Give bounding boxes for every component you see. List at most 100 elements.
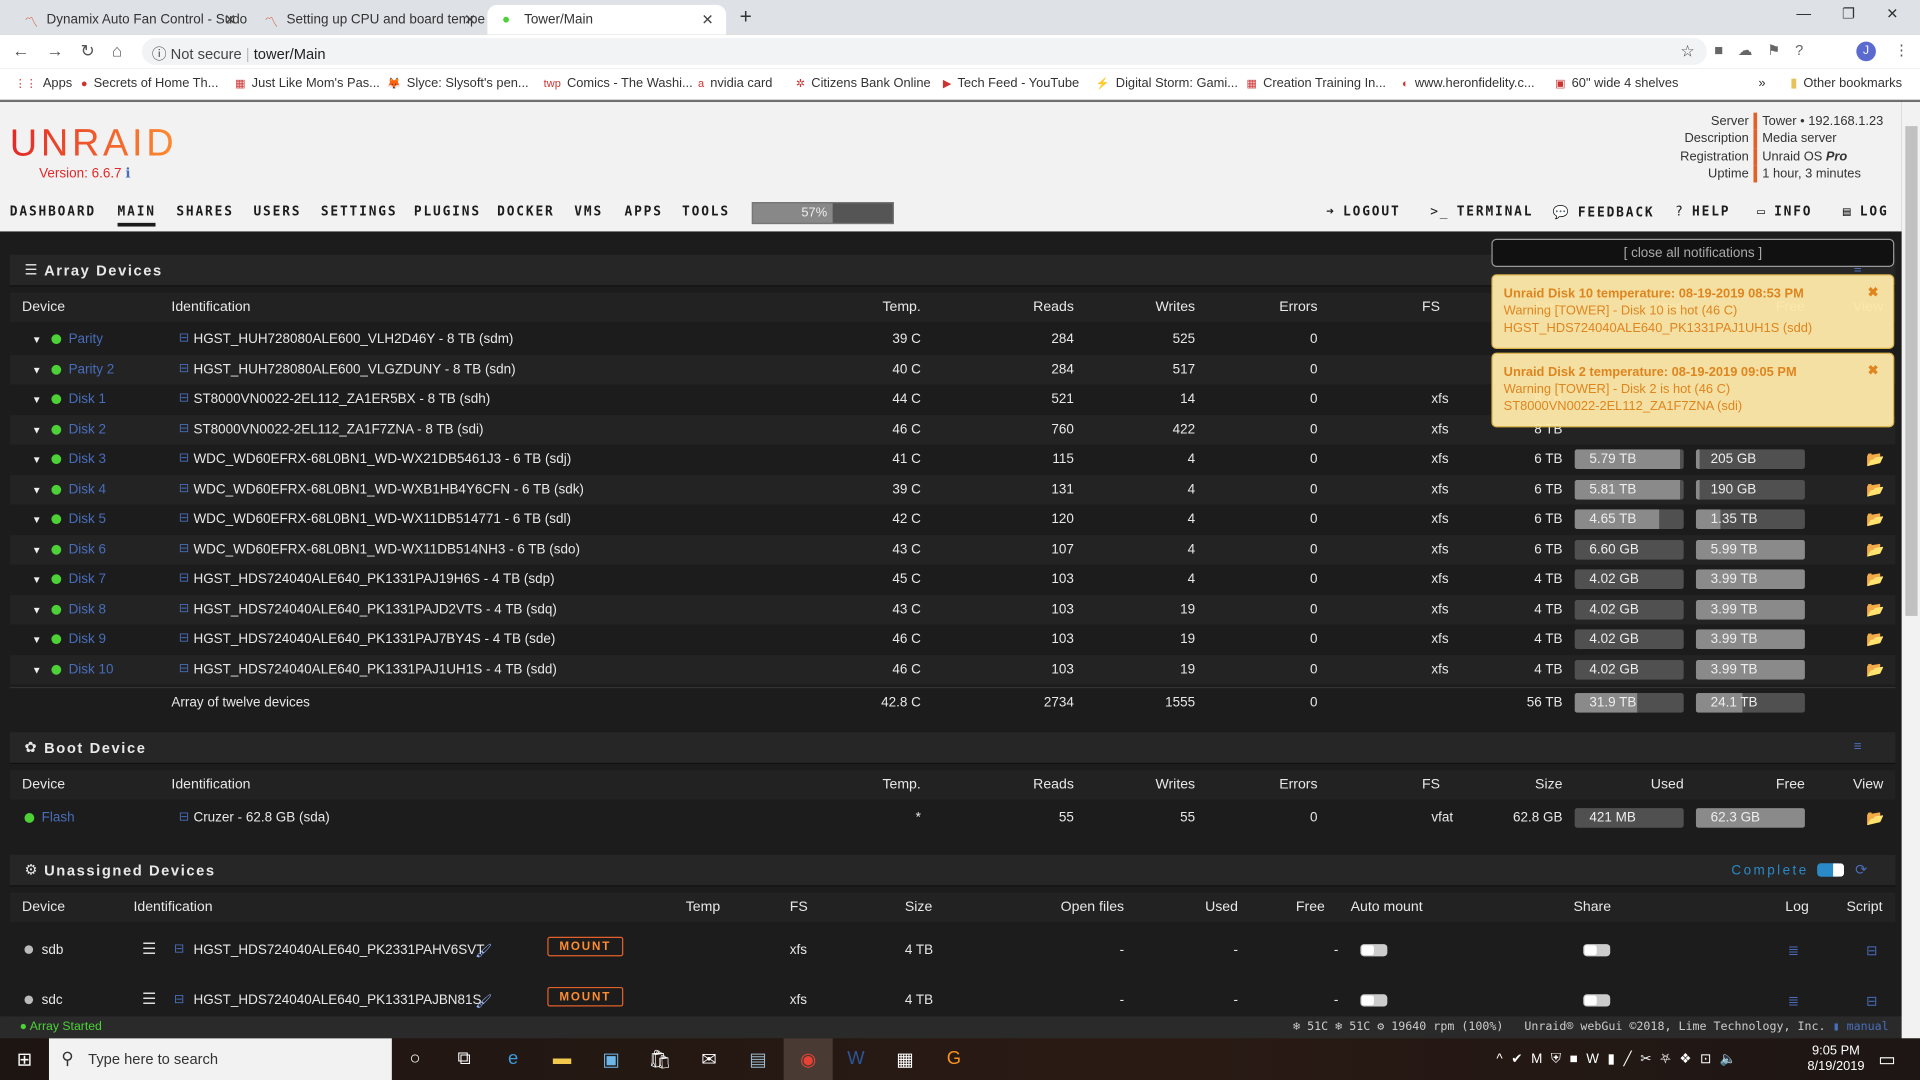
menu-icon[interactable]: ⋮ (1894, 42, 1909, 59)
window-controls[interactable]: — ❐ ✕ (1796, 5, 1898, 22)
store-icon[interactable]: 🛍 (647, 1048, 674, 1070)
close-notification-icon[interactable]: ✖ (1868, 284, 1879, 301)
log-icon[interactable]: ≣ (1788, 943, 1799, 959)
identification[interactable]: HGST_HDS724040ALE640_PK1331PAJD2VTS - 4 … (193, 602, 556, 617)
bookmark-item[interactable]: ✲ Citizens Bank Online (796, 76, 931, 91)
view-folder-icon[interactable]: 📂 (1866, 451, 1884, 468)
identification[interactable]: Cruzer - 62.8 GB (sda) (193, 811, 329, 826)
view-folder-icon[interactable]: 📂 (1866, 571, 1884, 588)
clock[interactable]: 9:05 PM 8/19/2019 (1807, 1043, 1864, 1075)
cortana-icon[interactable]: ○ (402, 1048, 429, 1069)
expand-arrow-icon[interactable]: ▼ (32, 484, 42, 495)
expand-arrow-icon[interactable]: ▼ (32, 514, 42, 525)
mount-button[interactable]: MOUNT (547, 986, 624, 1007)
device-link[interactable]: Disk 9 (69, 632, 106, 647)
identification[interactable]: HGST_HDS724040ALE640_PK1331PAJ7BY4S - 4 … (193, 632, 555, 647)
file-explorer-icon[interactable]: ▬ (549, 1048, 576, 1069)
action-help[interactable]: ? HELP (1675, 204, 1730, 219)
close-all-notifications-button[interactable]: [ close all notifications ] (1491, 238, 1895, 267)
browser-tab-active[interactable]: ● Tower/Main ✕ (487, 4, 727, 35)
task-view-icon[interactable]: ⧉ (451, 1048, 478, 1069)
bookmark-item[interactable]: ▶ Tech Feed - YouTube (943, 76, 1079, 91)
nav-plugins[interactable]: PLUGINS (414, 204, 481, 219)
nav-main[interactable]: MAIN (117, 204, 157, 227)
close-tab-icon[interactable]: ✕ (702, 11, 714, 28)
nav-settings[interactable]: SETTINGS (321, 204, 398, 219)
list-view-icon[interactable]: ≡ (1854, 740, 1862, 755)
expand-arrow-icon[interactable]: ▼ (32, 334, 42, 345)
view-folder-icon[interactable]: 📂 (1866, 541, 1884, 558)
identification[interactable]: HGST_HDS724040ALE640_PK1331PAJ19H6S - 4 … (193, 572, 554, 587)
profile-avatar[interactable]: J (1856, 41, 1876, 62)
bookmark-star-icon[interactable]: ☆ (1680, 42, 1694, 62)
device-link[interactable]: Disk 10 (69, 662, 114, 677)
identification[interactable]: HGST_HUH728080ALE600_VLH2D46Y - 8 TB (sd… (193, 332, 513, 347)
nav-apps[interactable]: APPS (624, 204, 662, 219)
nav-shares[interactable]: SHARES (176, 204, 233, 219)
device-link[interactable]: Disk 6 (69, 542, 106, 557)
app-icon[interactable]: ▤ (744, 1048, 771, 1070)
browser-tab[interactable]: 〽 Setting up CPU and board tempe ✕ (250, 5, 489, 34)
action-center-icon[interactable]: ▭ (1873, 1048, 1900, 1070)
identification[interactable]: ST8000VN0022-2EL112_ZA1ER5BX - 8 TB (sdh… (193, 392, 490, 407)
expand-arrow-icon[interactable]: ▼ (32, 664, 42, 675)
action-feedback[interactable]: 💬 FEEDBACK (1553, 204, 1655, 221)
expand-arrow-icon[interactable]: ▼ (32, 454, 42, 465)
other-bookmarks[interactable]: ▮ Other bookmarks (1790, 76, 1902, 91)
bookmark-item[interactable]: twp Comics - The Washi... (544, 76, 693, 91)
mail-icon[interactable]: ✉ (696, 1048, 723, 1070)
taskbar-search-input[interactable]: ⚲ Type here to search (48, 1038, 392, 1080)
info-icon[interactable]: ℹ (125, 167, 130, 182)
device-link[interactable]: Disk 3 (69, 452, 106, 467)
nav-tools[interactable]: TOOLS (682, 204, 730, 219)
identification[interactable]: WDC_WD60EFRX-68L0BN1_WD-WX11DB514771 - 6… (193, 512, 571, 527)
log-icon[interactable]: ≣ (1788, 993, 1799, 1009)
bookmarks-overflow-icon[interactable]: » (1758, 76, 1765, 91)
action-terminal[interactable]: >_ TERMINAL (1430, 204, 1533, 219)
view-folder-icon[interactable]: 📂 (1866, 511, 1884, 528)
expand-arrow-icon[interactable]: ▼ (32, 544, 42, 555)
device-link[interactable]: Disk 8 (69, 602, 106, 617)
expand-arrow-icon[interactable]: ▼ (32, 364, 42, 375)
nav-dashboard[interactable]: DASHBOARD (10, 204, 96, 219)
view-folder-icon[interactable]: 📂 (1866, 481, 1884, 498)
device-link[interactable]: Parity 2 (69, 362, 115, 377)
view-folder-icon[interactable]: 📂 (1866, 601, 1884, 618)
view-folder-icon[interactable]: 📂 (1866, 809, 1884, 826)
bookmark-item[interactable]: ⋮⋮ Apps (15, 76, 72, 91)
app-icon[interactable]: G (940, 1048, 967, 1069)
extension-icons[interactable]: ■☁⚑? (1714, 42, 1818, 59)
action-logout[interactable]: ➜ LOGOUT (1326, 204, 1400, 219)
calculator-icon[interactable]: ▦ (891, 1048, 918, 1070)
identification[interactable]: WDC_WD60EFRX-68L0BN1_WD-WX21DB5461J3 - 6… (193, 452, 571, 467)
bookmark-item[interactable]: ▣ 60" wide 4 shelves (1555, 76, 1678, 91)
unraid-logo[interactable]: UNRAID (10, 121, 178, 165)
bookmark-item[interactable]: ● Secrets of Home Th... (81, 76, 219, 91)
device-link[interactable]: Flash (42, 811, 75, 826)
format-brush-icon[interactable]: 🖌 (475, 993, 492, 1009)
identification[interactable]: WDC_WD60EFRX-68L0BN1_WD-WXB1HB4Y6CFN - 6… (193, 482, 583, 497)
device-link[interactable]: Disk 2 (69, 422, 106, 437)
expand-arrow-icon[interactable]: ▼ (32, 574, 42, 585)
action-info[interactable]: ▭ INFO (1757, 204, 1812, 219)
identification[interactable]: ST8000VN0022-2EL112_ZA1F7ZNA - 8 TB (sdi… (193, 422, 483, 437)
mount-button[interactable]: MOUNT (547, 936, 624, 957)
bookmark-item[interactable]: ◐ www.heronfidelity.c... (1402, 76, 1535, 91)
share-toggle[interactable] (1583, 994, 1611, 1007)
script-icon[interactable]: ⊟ (1866, 943, 1877, 959)
close-notification-icon[interactable]: ✖ (1868, 362, 1879, 379)
bookmark-item[interactable]: ▦ Just Like Mom's Pas... (235, 76, 380, 91)
share-toggle[interactable] (1583, 944, 1611, 957)
expand-arrow-icon[interactable]: ▼ (32, 424, 42, 435)
bookmark-item[interactable]: ▦ Creation Training In... (1247, 76, 1386, 91)
expand-arrow-icon[interactable]: ▼ (32, 394, 42, 405)
new-tab-button[interactable]: + (740, 5, 752, 29)
identification[interactable]: HGST_HDS724040ALE640_PK1331PAJ1UH1S - 4 … (193, 662, 556, 677)
windows-start-icon[interactable]: ⊞ (11, 1048, 38, 1070)
browser-tab[interactable]: 〽 Dynamix Auto Fan Control - Sudo ✕ (10, 5, 249, 34)
nav-users[interactable]: USERS (253, 204, 301, 219)
auto-mount-toggle[interactable] (1360, 944, 1388, 957)
device-link[interactable]: Disk 7 (69, 572, 106, 587)
scrollbar-thumb[interactable] (1905, 126, 1918, 616)
add-disk-icon[interactable]: ☰ (142, 989, 156, 1009)
